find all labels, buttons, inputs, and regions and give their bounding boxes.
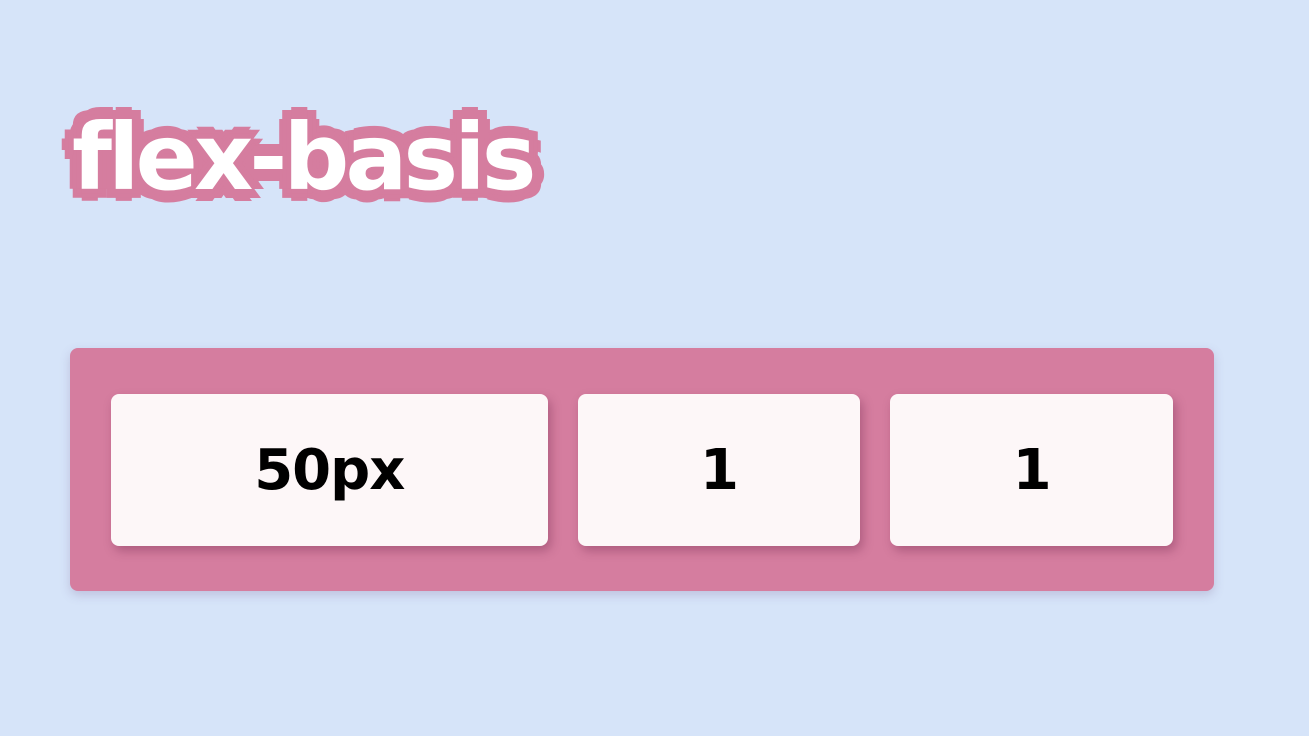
flex-item-grow-1-second: 1 [890,394,1173,546]
page-title: flex-basis [72,104,536,211]
flex-container: 50px 1 1 [70,348,1214,591]
flex-item-basis-50px: 50px [111,394,548,546]
flex-item-grow-1: 1 [577,394,861,546]
